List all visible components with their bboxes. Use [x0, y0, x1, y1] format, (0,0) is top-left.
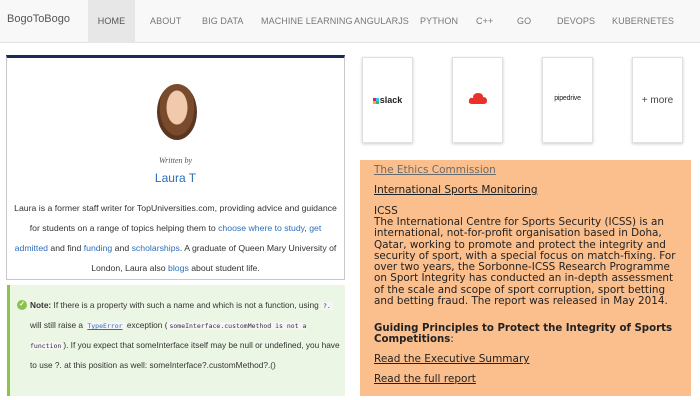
- note-text-part: If there is a property with such a name …: [51, 300, 321, 310]
- more-partners-card[interactable]: + more: [632, 57, 683, 143]
- link-ethics-commission[interactable]: The Ethics Commission: [374, 164, 496, 176]
- check-icon: ✓: [17, 300, 27, 310]
- note-text-part: exception (: [124, 320, 168, 330]
- pipedrive-logo: pipedrive: [554, 95, 581, 102]
- pipedrive-logo-card[interactable]: pipedrive: [542, 57, 593, 143]
- top-navbar: BogoToBogo HOME ABOUT BIG DATA MACHINE L…: [0, 0, 700, 43]
- author-panel: Written by Laura T Laura is a former sta…: [6, 55, 345, 280]
- ethics-panel: The Ethics Commission International Spor…: [360, 160, 691, 396]
- link-blogs[interactable]: blogs: [168, 263, 189, 273]
- note-text-part: ). If you expect that someInterface itse…: [30, 340, 340, 370]
- guiding-principles-heading: Guiding Principles to Protect the Integr…: [374, 323, 686, 346]
- nav-devops[interactable]: DEVOPS: [557, 0, 595, 43]
- code-optional-chaining: ?.: [321, 302, 333, 310]
- nav-go[interactable]: GO: [517, 0, 531, 43]
- guiding-principles-colon: :: [450, 334, 454, 346]
- nav-kubernetes[interactable]: KUBERNETES: [612, 0, 674, 43]
- nav-machine-learning[interactable]: MACHINE LEARNING: [261, 0, 353, 43]
- note-text: Note: If there is a property with such a…: [30, 296, 342, 375]
- more-partners-label: + more: [641, 95, 674, 106]
- icss-description: The International Centre for Sports Secu…: [374, 216, 676, 308]
- link-funding[interactable]: funding: [84, 243, 113, 253]
- link-full-report[interactable]: Read the full report: [374, 373, 476, 385]
- slack-logo: slack: [363, 95, 412, 105]
- author-name[interactable]: Laura T: [7, 171, 344, 185]
- link-scholarships[interactable]: scholarships: [132, 243, 180, 253]
- slack-logo-card[interactable]: slack: [362, 57, 413, 143]
- nav-home[interactable]: HOME: [88, 0, 135, 43]
- note-text-part: will still raise a: [30, 320, 86, 330]
- note-label: Note:: [30, 300, 52, 310]
- link-international-sports-monitoring[interactable]: International Sports Monitoring: [374, 184, 538, 196]
- link-choose-where-to-study[interactable]: choose where to study: [218, 223, 304, 233]
- cloud-logo-card[interactable]: [452, 57, 503, 143]
- written-by-label: Written by: [158, 156, 193, 165]
- note-box: ✓ Note: If there is a property with such…: [7, 285, 345, 396]
- slack-label: slack: [379, 95, 403, 105]
- nav-about[interactable]: ABOUT: [150, 0, 182, 43]
- site-brand[interactable]: BogoToBogo: [7, 13, 70, 25]
- slack-icon: [372, 98, 379, 104]
- bio-text: and: [112, 243, 132, 253]
- red-cloud-icon: [468, 93, 487, 104]
- bio-text: and find: [47, 243, 84, 253]
- nav-cpp[interactable]: C++: [476, 0, 493, 43]
- bio-text: about student life.: [188, 263, 260, 273]
- link-executive-summary[interactable]: Read the Executive Summary: [374, 353, 530, 365]
- guiding-principles-text: Guiding Principles to Protect the Integr…: [374, 323, 673, 346]
- link-typeerror[interactable]: TypeError: [85, 322, 125, 330]
- nav-python[interactable]: PYTHON: [420, 0, 458, 43]
- nav-angularjs[interactable]: ANGULARJS: [354, 0, 409, 43]
- author-avatar: [157, 84, 197, 140]
- nav-big-data[interactable]: BIG DATA: [202, 0, 243, 43]
- author-bio: Laura is a former staff writer for TopUn…: [13, 198, 338, 278]
